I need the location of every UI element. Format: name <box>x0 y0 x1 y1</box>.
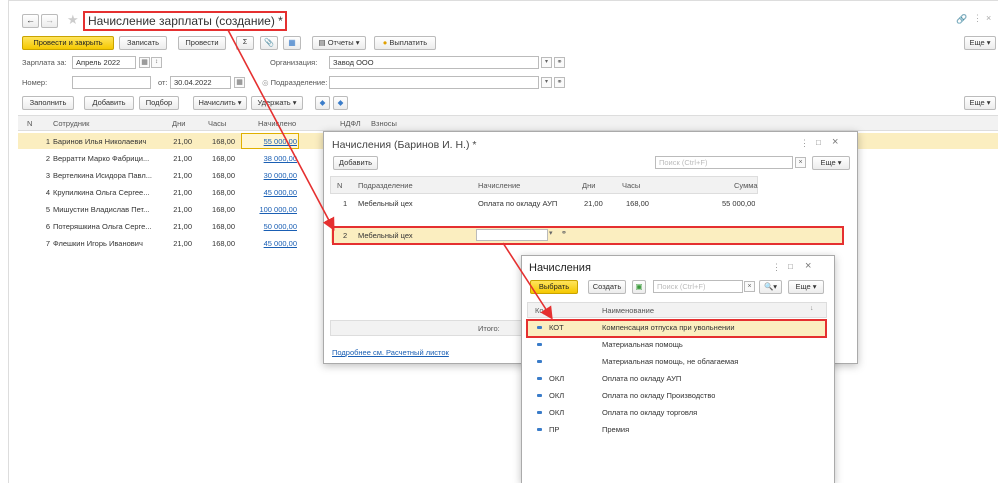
annotation-arrows <box>227 29 553 320</box>
arrow-row-to-kot <box>502 242 553 320</box>
arrow-title-to-row <box>227 29 335 231</box>
